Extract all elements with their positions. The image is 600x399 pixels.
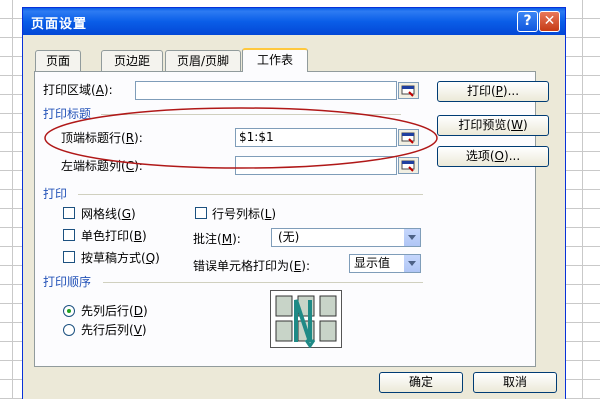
cancel-button[interactable]: 取消: [473, 372, 557, 393]
collapse-dialog-icon: [401, 85, 415, 97]
annotation-ellipse: [44, 107, 438, 169]
page-order-section: 打印顺序: [43, 275, 92, 289]
dialog-title: 页面设置: [31, 17, 88, 32]
title-bar[interactable]: 页面设置 ? ✕: [23, 8, 565, 35]
print-area-input[interactable]: [135, 81, 397, 100]
down-then-over-label: 先列后行(D): [81, 304, 148, 318]
print-preview-button[interactable]: 打印预览(W): [437, 115, 549, 136]
down-then-over-radio[interactable]: [63, 305, 75, 317]
close-button[interactable]: ✕: [539, 11, 560, 32]
black-white-checkbox[interactable]: [63, 229, 75, 241]
row-col-headings-label: 行号列标(L): [212, 207, 277, 221]
draft-label: 按草稿方式(Q): [81, 251, 160, 265]
page-setup-dialog: 页面设置 ? ✕ 页面 页边距 页眉/页脚 工作表 打印区域(A): 打印标题 …: [22, 7, 566, 399]
cell-errors-label: 错误单元格打印为(E):: [193, 259, 311, 273]
cell-errors-select[interactable]: 显示值: [349, 254, 421, 273]
tab-margins[interactable]: 页边距: [101, 50, 163, 71]
sheet-column-line: [582, 0, 583, 399]
draft-checkbox[interactable]: [63, 251, 75, 263]
chevron-down-icon[interactable]: [403, 229, 420, 246]
chevron-down-icon[interactable]: [403, 255, 420, 272]
tab-sheet[interactable]: 工作表: [242, 48, 308, 72]
over-then-down-radio[interactable]: [63, 324, 75, 336]
comments-select[interactable]: (无): [271, 228, 421, 247]
page-order-preview: [270, 290, 342, 348]
help-button[interactable]: ?: [517, 11, 538, 32]
print-area-collapse-button[interactable]: [398, 82, 419, 99]
section-divider: [103, 282, 423, 283]
gridlines-checkbox[interactable]: [63, 207, 75, 219]
section-divider: [78, 194, 423, 195]
tab-page[interactable]: 页面: [35, 50, 81, 71]
gridlines-label: 网格线(G): [81, 207, 136, 221]
print-button[interactable]: 打印(P)...: [437, 81, 549, 102]
options-button[interactable]: 选项(O)...: [437, 146, 549, 167]
tab-label: 页面: [45, 54, 70, 68]
over-then-down-label: 先行后列(V): [81, 323, 147, 337]
tab-label: 工作表: [256, 53, 293, 67]
row-col-headings-checkbox[interactable]: [195, 207, 207, 219]
print-area-label: 打印区域(A):: [43, 83, 113, 97]
print-section: 打印: [43, 187, 68, 201]
sheet-column-line: [12, 0, 13, 399]
tab-header-footer[interactable]: 页眉/页脚: [165, 50, 241, 71]
tab-label: 页眉/页脚: [176, 54, 230, 68]
comments-label: 批注(M):: [193, 232, 241, 246]
tab-label: 页边距: [113, 54, 150, 68]
ok-button[interactable]: 确定: [379, 372, 463, 393]
black-white-label: 单色打印(B): [81, 229, 147, 243]
